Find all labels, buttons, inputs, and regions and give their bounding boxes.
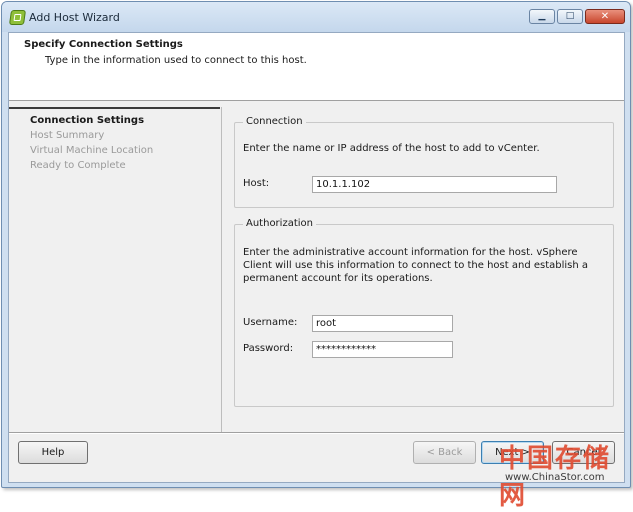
window-title: Add Host Wizard (29, 11, 120, 24)
username-label: Username: (243, 317, 298, 328)
password-input[interactable] (312, 341, 453, 358)
steps-vertical-divider (221, 107, 222, 432)
close-icon: ✕ (600, 11, 610, 22)
maximize-icon: □ (565, 11, 575, 21)
step-host-summary: Host Summary (30, 130, 105, 141)
next-button[interactable]: Next > (481, 441, 544, 464)
footer-divider-highlight (9, 433, 624, 434)
wizard-steps: Connection Settings Host Summary Virtual… (9, 107, 220, 432)
authorization-legend: Authorization (243, 218, 316, 229)
maximize-button[interactable]: □ (557, 9, 583, 24)
title-bar[interactable]: Add Host Wizard ▁ □ ✕ (2, 2, 630, 32)
page-title: Specify Connection Settings (24, 39, 183, 50)
page-subtitle: Type in the information used to connect … (45, 55, 307, 66)
step-ready-to-complete: Ready to Complete (30, 160, 126, 171)
authorization-group: Authorization Enter the administrative a… (234, 218, 614, 407)
authorization-description: Enter the administrative account informa… (243, 247, 589, 284)
close-button[interactable]: ✕ (585, 9, 625, 24)
steps-divider (9, 107, 220, 109)
minimize-button[interactable]: ▁ (529, 9, 555, 24)
connection-description: Enter the name or IP address of the host… (243, 143, 540, 154)
back-button[interactable]: < Back (413, 441, 476, 464)
username-input[interactable] (312, 315, 453, 332)
minimize-icon: ▁ (538, 11, 546, 21)
help-button[interactable]: Help (18, 441, 88, 464)
password-label: Password: (243, 343, 294, 354)
host-label: Host: (243, 178, 270, 189)
header-divider (9, 100, 624, 101)
host-input[interactable] (312, 176, 557, 193)
cancel-button[interactable]: Cancel (552, 441, 615, 464)
add-host-wizard-window: Add Host Wizard ▁ □ ✕ Specify Connection… (1, 1, 631, 488)
connection-group: Connection Enter the name or IP address … (234, 116, 614, 208)
step-connection-settings: Connection Settings (30, 115, 145, 126)
step-virtual-machine-location: Virtual Machine Location (30, 145, 154, 156)
wizard-client-area: Specify Connection Settings Type in the … (8, 32, 625, 483)
vsphere-app-icon (8, 10, 27, 25)
wizard-header: Specify Connection Settings Type in the … (9, 33, 624, 100)
connection-legend: Connection (243, 116, 306, 127)
